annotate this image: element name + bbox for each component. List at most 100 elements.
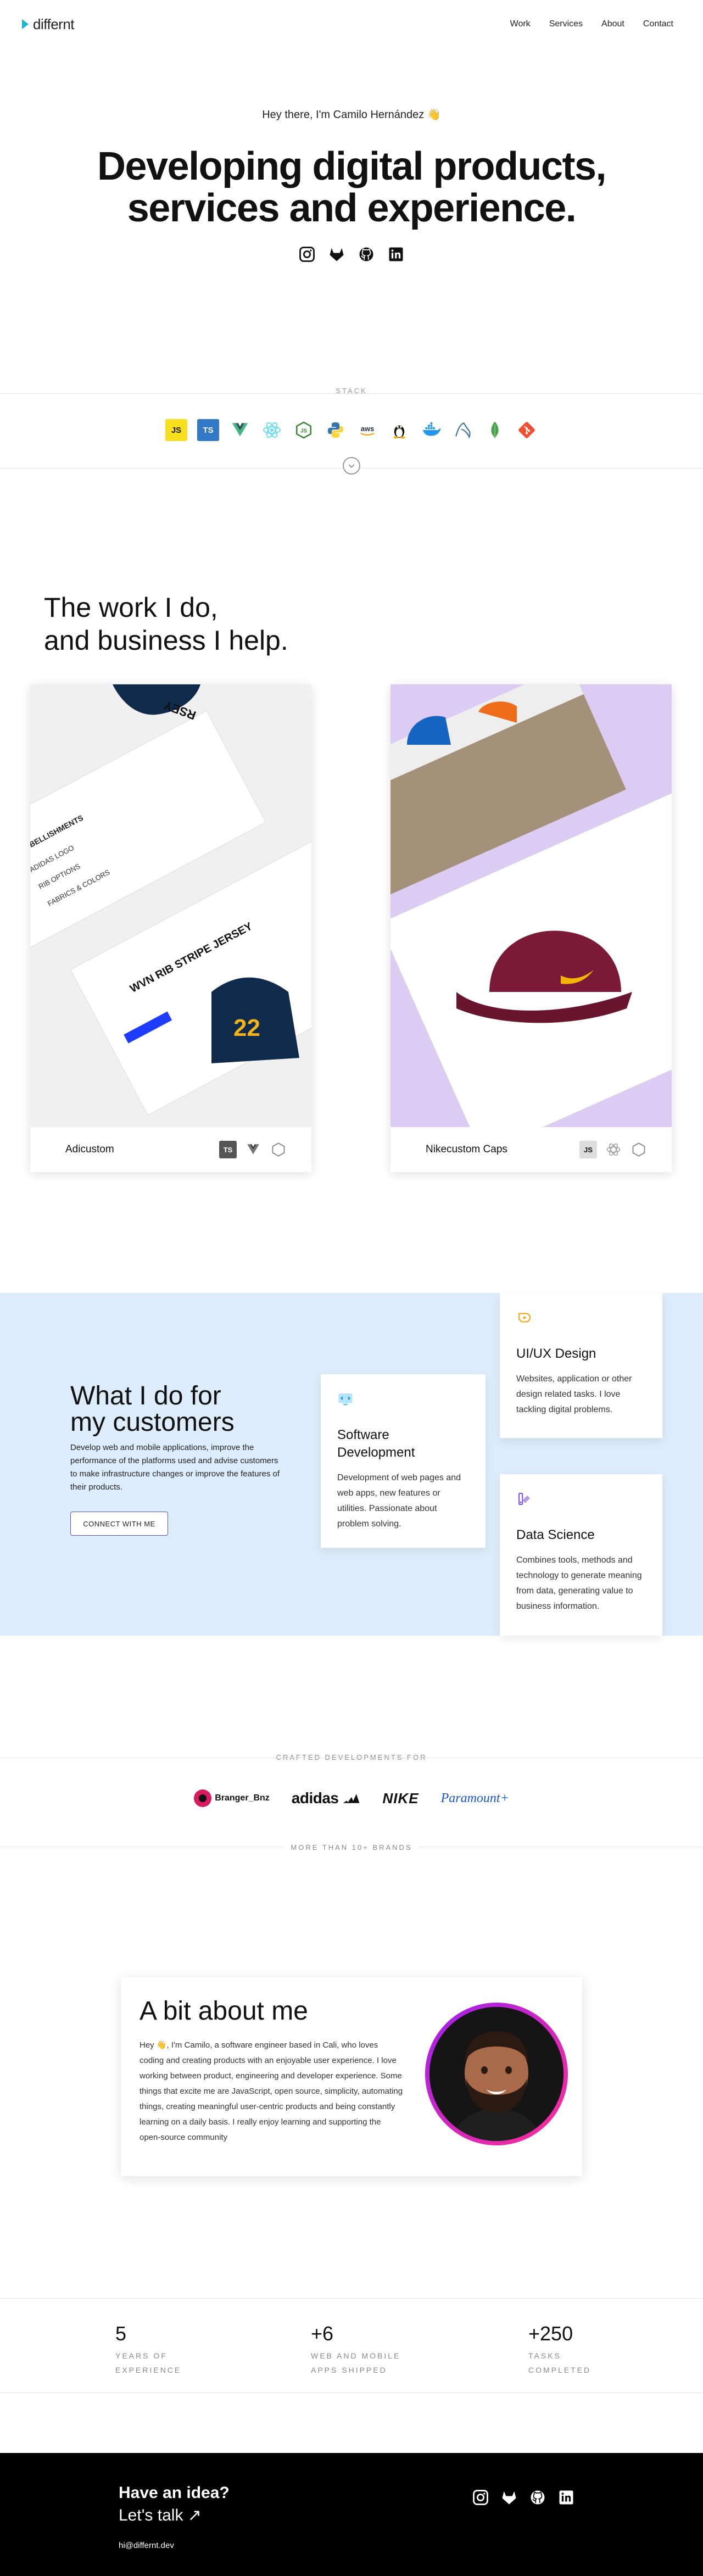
stat-label-line2: COMPLETED	[528, 2366, 592, 2374]
footer-cta-link[interactable]: Let's talk ↗	[119, 2506, 202, 2525]
stat-label-line1: TASKS	[528, 2351, 561, 2360]
hero-title-line2: services and experience.	[127, 186, 577, 230]
divider	[0, 393, 703, 394]
palette-icon	[518, 1313, 531, 1323]
project-tags: JS	[579, 1141, 648, 1158]
nav-link-services[interactable]: Services	[549, 19, 583, 29]
brand-name: adidas	[291, 1789, 339, 1806]
stack-icons: JS TS JS aws	[0, 419, 703, 441]
service-title: UI/UX Design	[516, 1346, 596, 1361]
chevron-down-icon	[348, 464, 355, 468]
service-card-software: Software Development Development of web …	[321, 1374, 486, 1548]
svg-text:JS: JS	[300, 428, 308, 434]
project-footer: Adicustom TS	[30, 1127, 311, 1172]
gitlab-icon[interactable]	[501, 2489, 517, 2508]
navbar: differnt Work Services About Contact	[0, 0, 703, 48]
footer-cta-line1: Have an idea?	[119, 2484, 230, 2502]
divider	[0, 2298, 703, 2299]
mysql-icon	[452, 419, 474, 441]
stat-tasks: +250 TASKS COMPLETED	[528, 2322, 591, 2377]
services-title-line1: What I do for	[70, 1381, 221, 1410]
logo-text: differnt	[33, 15, 75, 32]
footer: Have an idea? Let's talk ↗ hi@differnt.d…	[0, 2453, 703, 2576]
github-icon[interactable]	[358, 246, 375, 263]
logo-mark-icon	[22, 18, 30, 30]
stat-label: TASKS COMPLETED	[528, 2349, 591, 2377]
linkedin-icon[interactable]	[558, 2489, 574, 2508]
brand-paramount: Paramount+	[440, 1791, 509, 1805]
project-name: Adicustom	[65, 1144, 114, 1155]
aws-icon: aws	[356, 419, 378, 441]
gitlab-icon[interactable]	[328, 246, 345, 263]
footer-socials	[472, 2489, 574, 2508]
adidas-stripes-icon	[343, 1794, 360, 1803]
stat-label: YEARS OF EXPERIENCE	[115, 2349, 181, 2377]
service-card-uiux: UI/UX Design Websites, application or ot…	[500, 1293, 662, 1438]
footer-email[interactable]: hi@differnt.dev	[119, 2541, 174, 2550]
connect-button[interactable]: CONNECT WITH ME	[70, 1512, 168, 1536]
memoji-icon	[429, 2007, 563, 2141]
brand-name: Branger_Bnz	[215, 1793, 270, 1803]
typescript-icon: TS	[197, 419, 219, 441]
service-text: Websites, application or other design re…	[516, 1374, 632, 1414]
service-text: Combines tools, methods and technology t…	[516, 1555, 642, 1611]
typescript-icon: TS	[219, 1141, 237, 1158]
brands-row: Branger_Bnz adidas NIKE Paramount+	[0, 1789, 703, 1807]
code-icon	[338, 1393, 353, 1406]
service-title: Software Development	[337, 1428, 415, 1460]
project-footer: Nikecustom Caps JS	[390, 1127, 672, 1172]
instagram-icon[interactable]	[298, 246, 316, 263]
stat-label: WEB AND MOBILE APPS SHIPPED	[311, 2349, 400, 2377]
vue-icon	[229, 419, 251, 441]
chart-icon	[518, 1493, 530, 1505]
scroll-down-button[interactable]	[343, 457, 360, 475]
nav-link-contact[interactable]: Contact	[643, 19, 673, 29]
mongodb-icon	[484, 419, 506, 441]
nav-link-about[interactable]: About	[601, 19, 624, 29]
python-icon	[325, 419, 347, 441]
hero: Hey there, I'm Camilo Hernández 👋 Develo…	[0, 108, 703, 263]
nodejs-icon	[630, 1141, 648, 1158]
hero-greeting: Hey there, I'm Camilo Hernández 👋	[262, 109, 441, 121]
project-card-nikecustom[interactable]: Nikecustom Caps JS	[390, 684, 672, 1172]
services-title-line2: my customers	[70, 1408, 235, 1437]
services-description: Develop web and mobile applications, imp…	[70, 1443, 280, 1492]
hero-title-line1: Developing digital products,	[97, 144, 607, 188]
svg-text:aws: aws	[361, 425, 375, 433]
stat-label-line1: YEARS OF	[115, 2351, 168, 2360]
service-title: Data Science	[516, 1527, 595, 1542]
javascript-icon: JS	[579, 1141, 597, 1158]
nav-links: Work Services About Contact	[510, 19, 673, 29]
git-icon	[516, 419, 538, 441]
stat-value: 5	[115, 2322, 127, 2345]
linkedin-icon[interactable]	[387, 246, 405, 263]
instagram-icon[interactable]	[472, 2489, 489, 2508]
work-title-line1: The work I do,	[44, 592, 218, 623]
logo[interactable]: differnt	[22, 15, 75, 33]
brands-label-bottom-text: MORE THAN 10+ BRANDS	[284, 1843, 419, 1852]
project-tags: TS	[219, 1141, 287, 1158]
about-title: A bit about me	[140, 1997, 308, 2026]
project-image	[390, 684, 672, 1127]
about-text: Hey 👋, I'm Camilo, a software engineer b…	[140, 2040, 403, 2142]
github-icon[interactable]	[529, 2489, 546, 2508]
stat-value: +6	[311, 2322, 334, 2345]
vue-icon	[244, 1141, 262, 1158]
branger-logo-icon	[194, 1789, 212, 1807]
svg-text:22: 22	[233, 1014, 260, 1041]
react-icon	[261, 419, 283, 441]
services-title: What I do for my customers	[70, 1383, 235, 1436]
brand-branger: Branger_Bnz	[194, 1789, 270, 1807]
linux-icon	[388, 419, 410, 441]
stat-years: 5 YEARS OF EXPERIENCE	[115, 2322, 181, 2377]
avatar	[425, 2003, 568, 2145]
stat-label-line2: APPS SHIPPED	[311, 2366, 387, 2374]
work-title-line2: and business I help.	[44, 625, 288, 656]
brand-nike: NIKE	[382, 1789, 419, 1806]
nav-link-work[interactable]: Work	[510, 19, 531, 29]
project-card-adicustom[interactable]: EMBELLISHMENTS ADIDAS LOGO RIB OPTIONS F…	[30, 684, 311, 1172]
nodejs-icon: JS	[293, 419, 315, 441]
service-card-data-science: Data Science Combines tools, methods and…	[500, 1474, 662, 1636]
docker-icon	[420, 419, 442, 441]
hero-title: Developing digital products, services an…	[0, 146, 703, 229]
